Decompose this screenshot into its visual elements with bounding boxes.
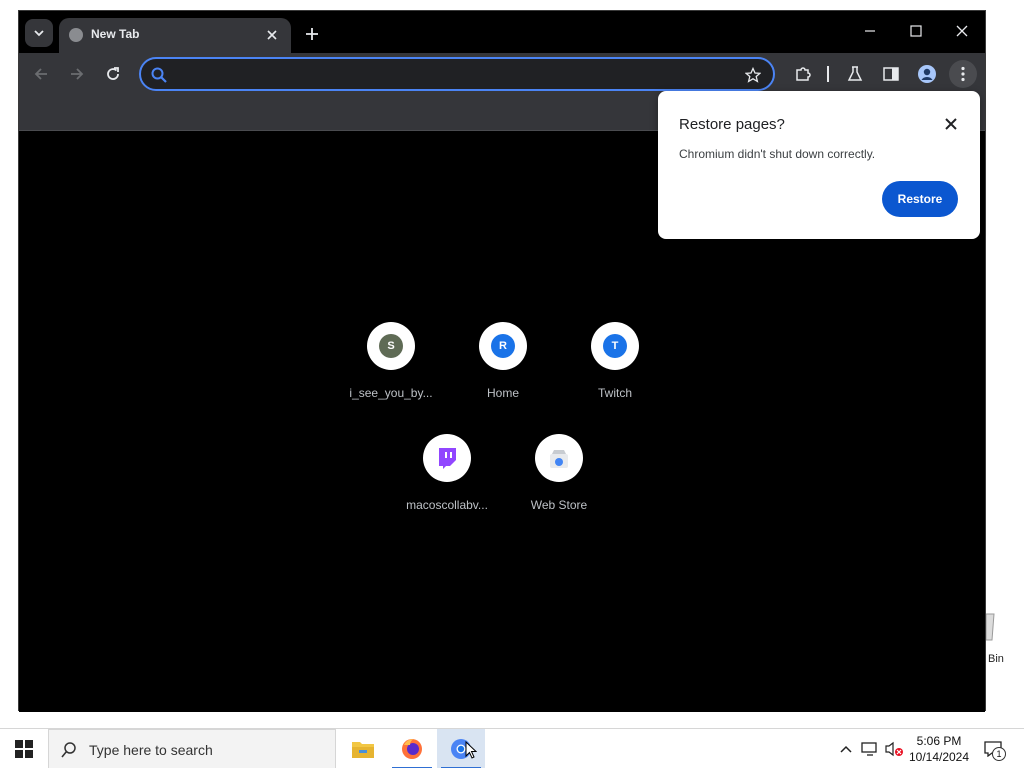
bookmark-star-button[interactable] xyxy=(741,63,765,87)
dialog-title: Restore pages? xyxy=(679,116,785,133)
shortcut-icon: T xyxy=(591,322,639,370)
tab-search-button[interactable] xyxy=(25,19,53,47)
taskbar-file-explorer[interactable] xyxy=(339,729,387,768)
restore-button[interactable]: Restore xyxy=(882,181,958,217)
shortcut-letter: S xyxy=(379,334,403,358)
tab-title: New Tab xyxy=(91,27,140,41)
search-placeholder: Type here to search xyxy=(89,742,213,758)
arrow-left-icon xyxy=(34,68,47,80)
search-icon xyxy=(59,740,79,760)
shortcut-letter: R xyxy=(491,334,515,358)
clock-date: 10/14/2024 xyxy=(908,750,970,764)
extensions-button[interactable] xyxy=(789,60,817,88)
taskbar: Type here to search 5:06 PM 10/14/2024 1 xyxy=(0,728,1024,768)
more-vert-icon xyxy=(961,66,965,82)
side-panel-icon xyxy=(883,67,899,81)
shortcut-tile[interactable]: Web Store xyxy=(503,434,615,544)
shortcut-label: i_see_you_by... xyxy=(349,386,433,400)
reload-icon xyxy=(107,67,119,80)
plus-icon xyxy=(306,28,318,40)
star-icon xyxy=(745,67,761,83)
shortcut-icon: R xyxy=(479,322,527,370)
maximize-icon xyxy=(910,25,922,37)
mouse-cursor-icon xyxy=(465,741,477,759)
windows-icon xyxy=(15,740,33,758)
taskbar-chromium[interactable] xyxy=(437,729,485,768)
shortcut-tile[interactable]: T Twitch xyxy=(559,322,671,432)
tab-new-tab[interactable]: New Tab xyxy=(59,18,291,53)
shortcut-label: Web Store xyxy=(530,498,588,512)
web-store-icon xyxy=(535,434,583,482)
close-icon xyxy=(956,25,968,37)
chevron-up-icon xyxy=(840,745,852,753)
new-tab-button[interactable] xyxy=(299,21,325,47)
side-panel-button[interactable] xyxy=(877,60,905,88)
address-input[interactable] xyxy=(175,63,735,85)
show-hidden-icons-button[interactable] xyxy=(836,739,856,759)
shortcut-tile[interactable]: macoscollabv... xyxy=(391,434,503,544)
forward-button[interactable] xyxy=(63,60,91,88)
clock-time: 5:06 PM xyxy=(916,734,962,748)
action-center-button[interactable]: 1 xyxy=(980,737,1006,761)
shortcut-icon: S xyxy=(367,322,415,370)
shortcut-label: macoscollabv... xyxy=(406,498,488,512)
twitch-icon xyxy=(423,434,471,482)
tab-strip: New Tab xyxy=(19,11,985,53)
labs-button[interactable] xyxy=(841,60,869,88)
search-icon xyxy=(147,63,171,87)
firefox-icon xyxy=(402,738,422,759)
volume-muted-icon[interactable] xyxy=(884,739,904,759)
globe-icon xyxy=(69,28,83,42)
notification-count-badge: 1 xyxy=(992,747,1006,761)
desktop-label-fragment: Bin xyxy=(988,653,1004,665)
network-icon[interactable] xyxy=(860,739,880,759)
omnibox[interactable] xyxy=(139,57,775,91)
flask-icon xyxy=(847,66,863,81)
menu-button[interactable] xyxy=(949,60,977,88)
taskbar-firefox[interactable] xyxy=(388,729,436,768)
close-icon xyxy=(267,30,277,40)
close-window-button[interactable] xyxy=(939,17,985,45)
tab-close-button[interactable] xyxy=(261,24,283,46)
back-button[interactable] xyxy=(27,60,55,88)
shortcut-tile[interactable]: R Home xyxy=(447,322,559,432)
minimize-icon xyxy=(865,30,875,32)
dialog-close-button[interactable] xyxy=(940,113,962,135)
avatar-icon xyxy=(918,65,936,83)
folder-icon xyxy=(352,742,374,758)
arrow-right-icon xyxy=(71,68,84,80)
start-button[interactable] xyxy=(0,729,48,768)
shortcut-letter: T xyxy=(603,334,627,358)
chevron-down-icon xyxy=(34,30,44,37)
minimize-button[interactable] xyxy=(847,17,893,45)
profile-button[interactable] xyxy=(913,60,941,88)
reload-button[interactable] xyxy=(99,60,127,88)
shortcut-label: Home xyxy=(486,386,519,400)
toolbar-separator xyxy=(827,66,829,82)
close-icon xyxy=(945,118,957,130)
restore-pages-dialog: Restore pages? Chromium didn't shut down… xyxy=(658,91,980,239)
puzzle-icon xyxy=(796,67,811,81)
maximize-button[interactable] xyxy=(893,17,939,45)
taskbar-search[interactable]: Type here to search xyxy=(48,729,336,768)
taskbar-clock[interactable]: 5:06 PM 10/14/2024 xyxy=(905,733,973,765)
dialog-message: Chromium didn't shut down correctly. xyxy=(679,147,876,161)
shortcut-tile[interactable]: S i_see_you_by... xyxy=(335,322,447,432)
toolbar xyxy=(19,53,985,95)
shortcut-label: Twitch xyxy=(597,386,632,400)
